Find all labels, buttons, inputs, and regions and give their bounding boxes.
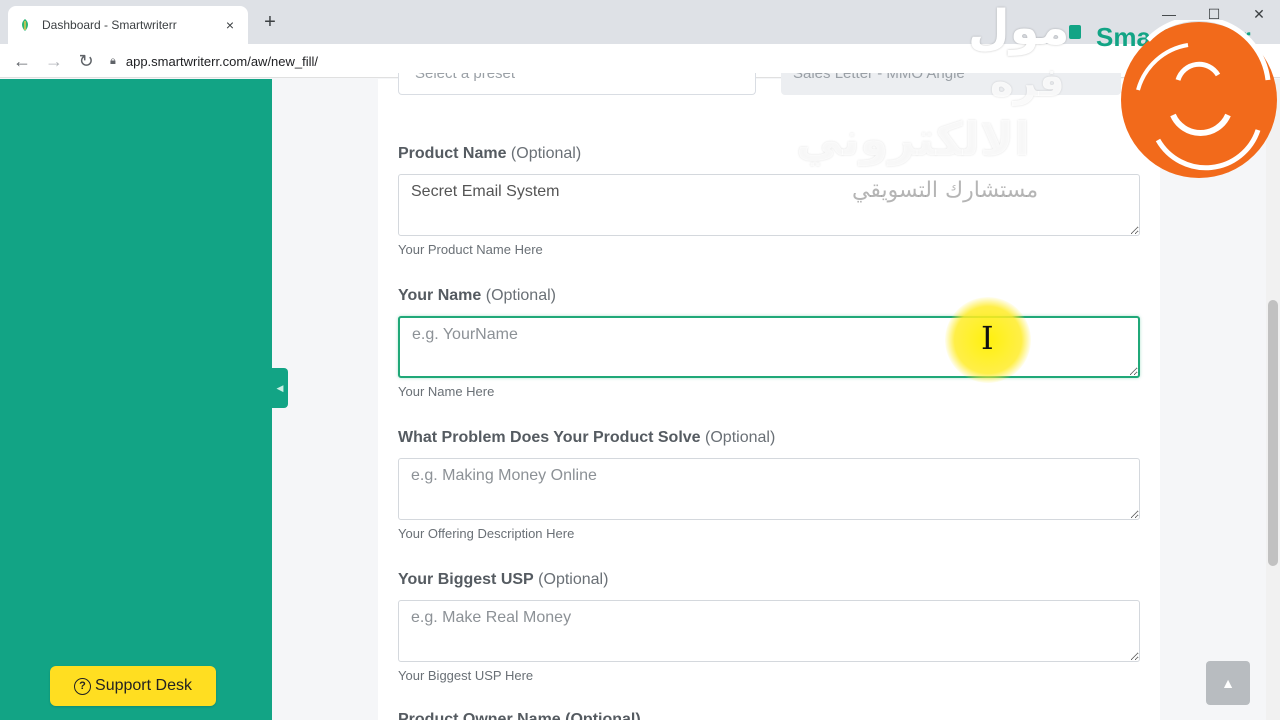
form-card: Select a preset Sales Letter - MMO Angle…	[378, 73, 1160, 720]
help-icon: ?	[74, 677, 92, 695]
browser-tabbar: Dashboard - Smartwriterr × + — ☐ ✕	[0, 0, 1280, 44]
arrow-up-icon: ▲	[1221, 675, 1235, 691]
watermark-logo-icon	[1121, 20, 1277, 178]
usp-help: Your Biggest USP Here	[398, 668, 534, 683]
scrollbar-thumb[interactable]	[1268, 300, 1278, 566]
support-desk-button[interactable]: ? Support Desk	[50, 666, 216, 706]
product-name-help: Your Product Name Here	[398, 242, 543, 257]
sidebar	[0, 79, 272, 720]
new-tab-icon[interactable]: +	[258, 12, 282, 32]
problem-solved-field: What Problem Does Your Product Solve (Op…	[398, 429, 1140, 541]
watermark-line-2: فره	[990, 60, 1065, 106]
watermark-line-3: الالكتروني	[796, 112, 1030, 166]
usp-input[interactable]	[398, 600, 1140, 662]
scroll-top-button[interactable]: ▲	[1206, 661, 1250, 705]
browser-tab[interactable]: Dashboard - Smartwriterr ×	[8, 6, 248, 44]
watermark-line-1: مول	[968, 0, 1070, 56]
problem-solved-help: Your Offering Description Here	[398, 526, 575, 541]
usp-field: Your Biggest USP (Optional) Your Biggest…	[398, 571, 1140, 683]
problem-solved-input[interactable]	[398, 458, 1140, 520]
preset-select[interactable]: Select a preset	[398, 73, 756, 95]
problem-solved-label: What Problem Does Your Product Solve (Op…	[398, 429, 776, 446]
tab-title: Dashboard - Smartwriterr	[42, 18, 177, 32]
lock-icon: 🔒︎	[110, 54, 116, 67]
back-icon[interactable]: ←	[11, 50, 33, 72]
sidebar-collapse-icon[interactable]: ◀	[272, 368, 288, 408]
support-desk-label: Support Desk	[95, 677, 192, 694]
your-name-label: Your Name (Optional)	[398, 287, 556, 304]
text-cursor-icon: I	[981, 319, 994, 357]
address-bar[interactable]: 🔒︎ app.smartwriterr.com/aw/new_fill/	[110, 48, 1010, 74]
forward-icon[interactable]: →	[43, 50, 65, 72]
usp-label: Your Biggest USP (Optional)	[398, 571, 609, 588]
watermark-line-4: مستشارك التسويقي	[852, 178, 1039, 203]
url-text: app.smartwriterr.com/aw/new_fill/	[125, 53, 319, 69]
brand-logo-icon	[1069, 25, 1081, 39]
close-tab-icon[interactable]: ×	[222, 17, 238, 33]
reload-icon[interactable]: ↻	[75, 50, 97, 72]
leaf-icon	[22, 19, 28, 31]
product-owner-label: Product Owner Name (Optional)	[398, 711, 641, 720]
template-select[interactable]: Sales Letter - MMO Angle	[781, 73, 1121, 95]
your-name-help: Your Name Here	[398, 384, 495, 399]
